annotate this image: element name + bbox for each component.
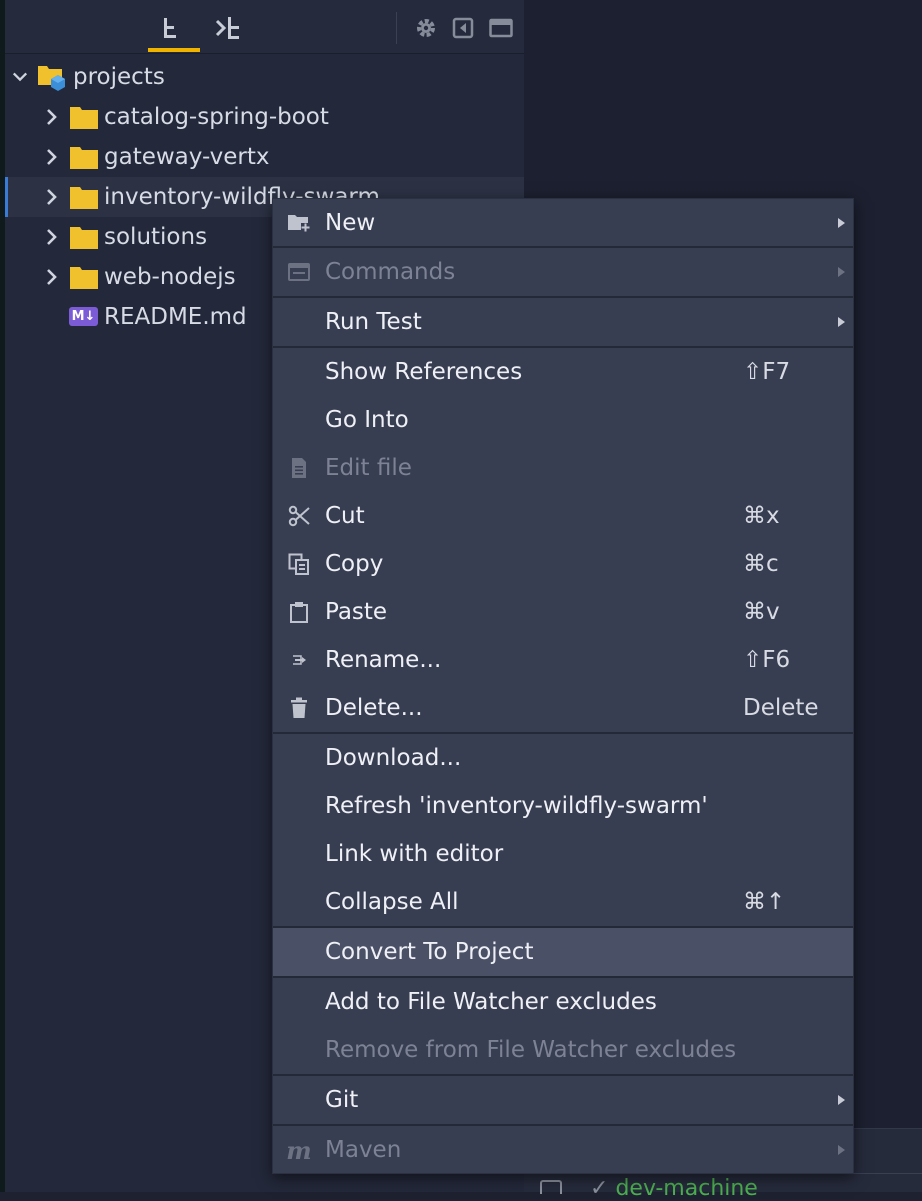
markdown-file-icon: M↓ [69, 307, 98, 326]
machine-label[interactable]: ✓ dev-machine [590, 1176, 758, 1201]
scissors-icon [287, 504, 311, 528]
maven-icon: m [286, 1135, 312, 1165]
maximize-icon[interactable] [487, 14, 515, 42]
collapse-left-icon[interactable] [449, 14, 477, 42]
menu-item-delete[interactable]: Delete... Delete [273, 684, 853, 732]
menu-item-label: Remove from File Watcher excludes [325, 1037, 737, 1063]
menu-item-label: Delete... [325, 695, 423, 721]
menu-item-download[interactable]: Download... [273, 734, 853, 782]
chevron-right-icon[interactable] [44, 146, 60, 168]
project-tree-icon[interactable] [156, 14, 184, 42]
clipboard-icon [287, 600, 311, 624]
menu-item-run-test[interactable]: Run Test [273, 298, 853, 346]
submenu-arrow-icon [838, 267, 845, 277]
menu-item-maven[interactable]: m Maven [273, 1126, 853, 1174]
menu-item-show-references[interactable]: Show References ⇧F7 [273, 348, 853, 396]
terminal-icon [287, 260, 311, 284]
chevron-down-icon[interactable] [12, 66, 28, 88]
menu-item-new[interactable]: New [273, 199, 853, 246]
menu-item-convert-to-project[interactable]: Convert To Project [273, 928, 853, 976]
chevron-icon: ✓ [590, 1176, 616, 1201]
tree-item-label: solutions [104, 224, 208, 250]
menu-item-shortcut: ⌘c [743, 551, 779, 577]
menu-item-refresh[interactable]: Refresh 'inventory-wildfly-swarm' [273, 782, 853, 830]
chevron-right-icon[interactable] [44, 106, 60, 128]
menu-item-label: Link with editor [325, 841, 504, 867]
folder-icon [70, 105, 98, 129]
active-tab-indicator [148, 48, 200, 52]
menu-item-label: New [325, 209, 376, 236]
submenu-arrow-icon [838, 1095, 845, 1105]
submenu-arrow-icon [838, 217, 845, 228]
menu-item-copy[interactable]: Copy ⌘c [273, 540, 853, 588]
menu-item-git[interactable]: Git [273, 1076, 853, 1124]
chevron-right-icon[interactable] [44, 266, 60, 288]
toolbar-separator [396, 12, 397, 44]
explorer-toolbar [5, 0, 524, 54]
tree-item-label: README.md [104, 304, 247, 330]
chevron-right-icon[interactable] [44, 186, 60, 208]
machine-name: dev-machine [615, 1176, 758, 1201]
submenu-arrow-icon [838, 317, 845, 327]
menu-item-label: Copy [325, 551, 384, 577]
structure-icon[interactable] [214, 14, 242, 42]
menu-item-label: Collapse All [325, 889, 459, 915]
menu-item-link-with-editor[interactable]: Link with editor [273, 830, 853, 878]
menu-item-cut[interactable]: Cut ⌘x [273, 492, 853, 540]
folder-icon [70, 185, 98, 209]
tree-item-projects[interactable]: projects [5, 57, 524, 97]
tree-item-catalog-spring-boot[interactable]: catalog-spring-boot [5, 97, 524, 137]
project-root-folder-icon [37, 63, 65, 91]
context-menu: New Commands Run Test Show References ⇧F… [272, 198, 854, 1174]
menu-item-label: Add to File Watcher excludes [325, 989, 657, 1015]
tree-item-gateway-vertx[interactable]: gateway-vertx [5, 137, 524, 177]
menu-item-label: Go Into [325, 407, 409, 433]
gear-icon[interactable] [412, 14, 440, 42]
menu-item-go-into[interactable]: Go Into [273, 396, 853, 444]
menu-item-label: Maven [325, 1137, 402, 1163]
tree-item-label: web-nodejs [104, 264, 236, 290]
menu-item-shortcut: ⇧F7 [743, 359, 791, 385]
menu-item-label: Run Test [325, 309, 422, 335]
menu-item-add-file-watcher-excludes[interactable]: Add to File Watcher excludes [273, 978, 853, 1026]
menu-item-label: Edit file [325, 455, 412, 481]
menu-item-shortcut: ⌘x [743, 503, 780, 529]
menu-item-label: Paste [325, 599, 388, 625]
menu-item-collapse-all[interactable]: Collapse All ⌘↑ [273, 878, 853, 926]
trash-icon [287, 696, 311, 720]
menu-item-edit-file[interactable]: Edit file [273, 444, 853, 492]
menu-item-label: Convert To Project [325, 939, 534, 965]
menu-item-label: Git [325, 1087, 359, 1113]
chevron-right-icon[interactable] [44, 226, 60, 248]
tree-item-label: catalog-spring-boot [104, 104, 329, 130]
menu-item-paste[interactable]: Paste ⌘v [273, 588, 853, 636]
menu-item-label: Show References [325, 359, 523, 385]
menu-item-label: Refresh 'inventory-wildfly-swarm' [325, 793, 708, 819]
folder-icon [70, 225, 98, 249]
menu-item-shortcut: ⌘↑ [743, 889, 786, 915]
menu-item-remove-file-watcher-excludes[interactable]: Remove from File Watcher excludes [273, 1026, 853, 1074]
file-icon [287, 456, 311, 480]
menu-item-shortcut: ⇧F6 [743, 647, 791, 673]
rename-icon [287, 648, 311, 672]
copy-icon [287, 552, 311, 576]
menu-item-label: Rename... [325, 647, 442, 673]
menu-item-label: Download... [325, 745, 462, 771]
menu-item-label: Commands [325, 259, 456, 285]
tree-item-label: projects [73, 64, 165, 90]
menu-item-shortcut: Delete [743, 695, 819, 721]
menu-item-commands[interactable]: Commands [273, 248, 853, 296]
tree-item-label: gateway-vertx [104, 144, 270, 170]
menu-item-label: Cut [325, 503, 365, 529]
folder-icon [70, 145, 98, 169]
new-folder-icon [287, 211, 311, 235]
folder-icon [70, 265, 98, 289]
submenu-arrow-icon [838, 1145, 845, 1155]
menu-item-rename[interactable]: Rename... ⇧F6 [273, 636, 853, 684]
menu-item-shortcut: ⌘v [743, 599, 780, 625]
